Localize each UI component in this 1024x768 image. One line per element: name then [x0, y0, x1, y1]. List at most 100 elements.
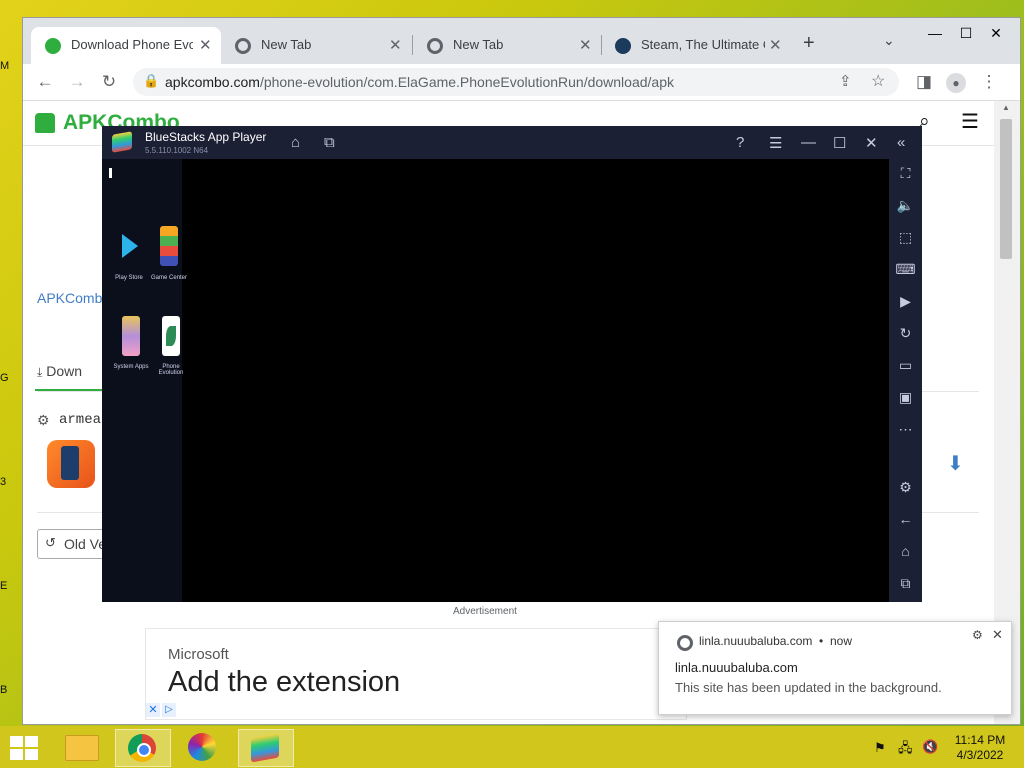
push-notification[interactable]: linla.nuuubaluba.com • now ⚙ ✕ linla.nuu… [658, 621, 1012, 715]
chrome-icon [427, 38, 443, 54]
reload-icon[interactable]: ↻ [97, 70, 121, 94]
notification-flag-icon[interactable]: ⚑ [874, 740, 886, 756]
app-label: Play Store [115, 275, 143, 281]
tab-new-1[interactable]: New Tab ✕ [221, 27, 411, 64]
android-logo-icon [35, 113, 55, 133]
desktop-icon-label[interactable]: E [0, 580, 7, 592]
phone-evolution-app[interactable] [162, 316, 180, 356]
tab-title: New Tab [453, 37, 504, 52]
tab-download[interactable]: ⤓ Down [37, 363, 82, 380]
taskbar-chrome[interactable] [115, 729, 171, 767]
close-tab-icon[interactable]: ✕ [579, 36, 592, 54]
clock-time: 11:14 PM [954, 733, 1006, 747]
taskbar-bluestacks[interactable] [238, 729, 294, 767]
desktop-icon-label[interactable]: B [0, 684, 7, 696]
fullscreen-icon[interactable]: ⛶ [889, 165, 922, 182]
adchoices-icon[interactable]: ▷ [162, 703, 176, 717]
old-versions-label: Old Ve [64, 536, 107, 552]
menu-kebab-icon[interactable]: ⋮ [977, 70, 1001, 94]
close-tab-icon[interactable]: ✕ [769, 36, 782, 54]
notification-source: linla.nuuubaluba.com [699, 634, 813, 648]
tab-steam[interactable]: Steam, The Ultimate O ✕ [601, 27, 791, 64]
bluestacks-close-icon[interactable]: ✕ [865, 134, 878, 152]
tab-strip: Download Phone Evolut ✕ New Tab ✕ New Ta… [23, 18, 1020, 64]
close-window-button[interactable]: ✕ [973, 18, 1019, 48]
desktop-icon-label[interactable]: M [0, 60, 9, 72]
bluestacks-logo-icon [112, 131, 132, 153]
new-tab-button[interactable]: + [803, 32, 815, 55]
ad-brand: Microsoft [168, 646, 229, 663]
multi-instance-icon[interactable]: ⧉ [324, 134, 335, 151]
help-icon[interactable]: ? [736, 134, 744, 151]
app-icon[interactable] [47, 440, 95, 488]
android-screen[interactable]: Play Store Game Center System Apps Phone… [102, 159, 889, 602]
ad-banner[interactable]: Microsoft Add the extension ✕ ▷ [145, 628, 687, 720]
android-home-icon[interactable]: ⌂ [889, 543, 922, 559]
system-apps-app[interactable] [122, 316, 140, 356]
breadcrumb[interactable]: APKCombo [37, 290, 110, 306]
notification-time: now [830, 634, 853, 648]
game-center-app[interactable] [160, 226, 178, 266]
tab-apkcombo[interactable]: Download Phone Evolut ✕ [31, 27, 221, 64]
ad-headline[interactable]: Add the extension [168, 666, 400, 699]
notification-close-icon[interactable]: ✕ [992, 627, 1003, 643]
tab-download-label: Down [46, 363, 82, 379]
bluestacks-minimize-icon[interactable]: — [801, 134, 816, 151]
back-icon[interactable]: ← [33, 70, 57, 94]
url-text[interactable]: apkcombo.com/phone-evolution/com.ElaGame… [165, 74, 674, 90]
side-panel-icon[interactable]: ◨ [912, 70, 936, 94]
ad-close-icon[interactable]: ✕ [146, 703, 160, 717]
settings-icon[interactable]: ⚙ [889, 479, 922, 496]
browser-toolbar: ← → ↻ 🔒 apkcombo.com/phone-evolution/com… [23, 64, 1020, 101]
steam-icon [615, 38, 631, 54]
system-clock[interactable]: 11:14 PM 4/3/2022 [948, 733, 1012, 763]
scroll-up-arrow[interactable]: ▲ [1002, 103, 1010, 112]
bluestacks-maximize-icon[interactable]: ☐ [833, 134, 846, 152]
desktop-icon-label[interactable]: G [0, 372, 9, 384]
install-apk-icon[interactable]: ▣ [889, 389, 922, 406]
close-tab-icon[interactable]: ✕ [199, 36, 212, 54]
volume-icon[interactable]: 🔈 [889, 197, 922, 214]
sync-icon[interactable]: ↻ [889, 325, 922, 342]
close-tab-icon[interactable]: ✕ [389, 36, 402, 54]
tab-new-2[interactable]: New Tab ✕ [413, 27, 603, 64]
share-icon[interactable]: ⇪ [839, 72, 852, 90]
url-host: apkcombo.com [165, 74, 260, 90]
volume-muted-icon[interactable]: 🔇 [922, 739, 938, 755]
macro-icon[interactable]: ▶ [889, 293, 922, 310]
hamburger-menu-icon[interactable]: ☰ [961, 109, 979, 134]
profile-avatar[interactable]: ● [944, 70, 968, 94]
camera-icon[interactable]: ▭ [889, 357, 922, 374]
tab-search-button[interactable]: ⌄ [883, 32, 895, 49]
clock-date: 4/3/2022 [956, 748, 1004, 762]
start-pane [25, 749, 38, 760]
network-icon[interactable]: 🖧 [898, 739, 913, 761]
desktop-icon-label[interactable]: 3 [0, 476, 6, 488]
windows-start-icon[interactable] [10, 736, 38, 760]
chrome-taskbar-center [137, 743, 151, 757]
pointer-lock-icon[interactable]: ⬚ [889, 229, 922, 246]
collapse-sidebar-icon[interactable]: « [897, 134, 905, 151]
bluestacks-version: 5.5.110.1002 N64 [145, 146, 209, 155]
download-arrow-icon[interactable]: ⬇ [947, 451, 964, 476]
keyboard-icon[interactable]: ⌨ [889, 261, 922, 278]
bookmark-star-icon[interactable]: ☆ [871, 71, 885, 91]
android-back-icon[interactable]: ← [889, 511, 922, 527]
start-pane [10, 736, 23, 747]
play-store-app[interactable] [120, 226, 138, 266]
recent-apps-icon[interactable]: ⧉ [889, 575, 922, 592]
address-bar[interactable]: 🔒 apkcombo.com/phone-evolution/com.ElaGa… [133, 68, 899, 96]
taskbar-color-app[interactable] [176, 729, 230, 765]
app-label: System Apps [113, 364, 149, 370]
notification-settings-icon[interactable]: ⚙ [972, 628, 983, 642]
taskbar-file-explorer[interactable] [55, 729, 109, 765]
bluestacks-menu-icon[interactable]: ☰ [769, 134, 782, 152]
scrollbar-thumb[interactable] [1000, 119, 1012, 259]
lock-icon[interactable]: 🔒 [143, 73, 159, 89]
bluestacks-titlebar[interactable]: BlueStacks App Player 5.5.110.1002 N64 ⌂… [102, 126, 922, 159]
home-icon[interactable]: ⌂ [291, 134, 300, 151]
url-path: /phone-evolution/com.ElaGame.PhoneEvolut… [259, 74, 674, 90]
chrome-small-icon [677, 635, 693, 651]
forward-icon[interactable]: → [65, 70, 89, 94]
more-options-icon[interactable]: ⋯ [889, 421, 922, 438]
